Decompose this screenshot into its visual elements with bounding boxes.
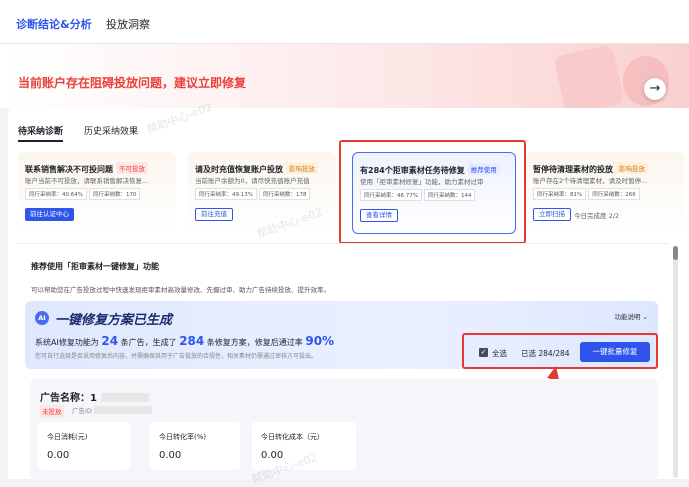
stat-label: 今日消耗(元) [47, 433, 88, 441]
ad-id: 广告ID [72, 405, 152, 415]
redacted-id [93, 406, 152, 414]
stat-label: 今日转化率(%) [159, 433, 207, 441]
stat-spend: 今日消耗(元) 0.00 [38, 422, 130, 470]
stat-value: 0.00 [47, 450, 70, 461]
stat-value: 0.00 [159, 450, 182, 461]
stat-label: 今日转化成本（元） [261, 433, 324, 441]
stat-value: 0.00 [261, 450, 284, 461]
ad-name: 广告名称：1 [40, 389, 149, 404]
redacted-name [100, 393, 149, 402]
ad-status-badge: 未投放 [40, 405, 64, 417]
scrollbar[interactable] [673, 246, 678, 478]
scrollbar-thumb[interactable] [673, 246, 678, 260]
stat-conversion-rate: 今日转化率(%) 0.00 [150, 422, 240, 470]
ad-card: 广告名称：1 未投放 广告ID 今日消耗(元) 0.00 今日转化率(%) 0.… [30, 379, 658, 479]
